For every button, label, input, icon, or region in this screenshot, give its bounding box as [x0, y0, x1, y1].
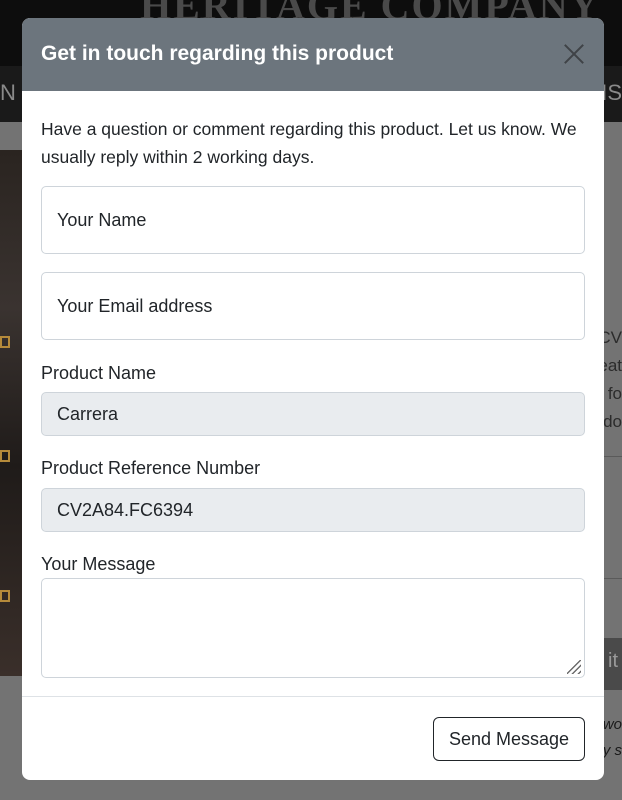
side-text-line: do	[603, 412, 622, 431]
divider	[604, 456, 622, 457]
product-name-field: Carrera	[41, 392, 585, 436]
contact-modal: Get in touch regarding this product Have…	[22, 18, 604, 780]
product-ref-field: CV2A84.FC6394	[41, 488, 585, 532]
side-italic-line: wo	[602, 716, 622, 733]
email-input[interactable]: Your Email address	[41, 272, 585, 340]
name-input[interactable]: Your Name	[41, 186, 585, 254]
send-message-button[interactable]: Send Message	[433, 717, 585, 761]
side-text-line: fo	[607, 384, 622, 403]
side-italic-line: y s	[602, 742, 622, 759]
divider	[604, 578, 622, 579]
watch-marker	[0, 336, 10, 348]
resize-handle-icon[interactable]	[567, 660, 581, 674]
product-name-label: Product Name	[41, 363, 157, 383]
nav-item-left: N	[0, 80, 16, 105]
message-label: Your Message	[41, 554, 156, 574]
modal-title: Get in touch regarding this product	[41, 42, 394, 65]
watch-marker	[0, 450, 10, 462]
message-textarea[interactable]	[41, 578, 585, 678]
modal-header: Get in touch regarding this product	[22, 18, 604, 91]
add-to-cart-button: it	[604, 638, 622, 690]
intro-text: Have a question or comment regarding thi…	[41, 119, 577, 167]
product-photo	[0, 150, 22, 676]
product-ref-label: Product Reference Number	[41, 458, 261, 478]
footer-divider	[22, 696, 604, 697]
watch-marker	[0, 590, 10, 602]
close-icon[interactable]	[563, 43, 585, 65]
